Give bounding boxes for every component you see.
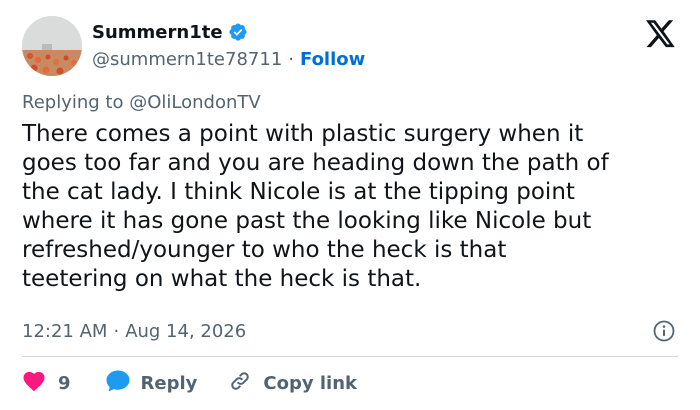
replying-to-label: Replying to <box>22 92 124 113</box>
reply-label: Reply <box>140 372 198 394</box>
name-row: Summern1te <box>92 19 365 45</box>
handle-row: @summern1te78711 · Follow <box>92 45 365 73</box>
separator-dot: · <box>113 320 120 342</box>
x-logo-icon[interactable] <box>646 20 676 48</box>
timestamp-row: 12:21 AM · Aug 14, 2026 <box>22 318 678 344</box>
replying-to: Replying to @OliLondonTV <box>22 92 261 113</box>
display-name[interactable]: Summern1te <box>92 22 223 43</box>
separator-dot: · <box>288 48 294 70</box>
copy-link-label: Copy link <box>263 372 357 394</box>
reply-mention-link[interactable]: @OliLondonTV <box>129 92 260 113</box>
info-icon[interactable] <box>652 319 676 343</box>
reply-button[interactable]: Reply <box>105 369 198 398</box>
author-handle[interactable]: @summern1te78711 <box>92 49 282 70</box>
link-icon <box>227 369 253 398</box>
follow-button[interactable]: Follow <box>300 49 365 70</box>
like-button[interactable]: 9 <box>22 370 71 397</box>
action-bar: 9 Reply Copy link <box>22 369 357 397</box>
verified-badge-icon <box>228 22 248 42</box>
copy-link-button[interactable]: Copy link <box>227 369 357 398</box>
heart-icon <box>22 370 46 397</box>
tweet-header: Summern1te @summern1te78711 · Follow <box>22 16 682 80</box>
author-identity: Summern1te @summern1te78711 · Follow <box>92 19 365 73</box>
flower-field-avatar <box>22 16 82 76</box>
tweet-date[interactable]: Aug 14, 2026 <box>125 321 246 342</box>
avatar[interactable] <box>22 16 82 76</box>
divider <box>22 356 678 357</box>
tweet-text: There comes a point with plastic surgery… <box>22 121 609 292</box>
reply-bubble-icon <box>105 369 131 398</box>
tweet-time[interactable]: 12:21 AM <box>22 321 107 342</box>
like-count: 9 <box>58 372 71 394</box>
